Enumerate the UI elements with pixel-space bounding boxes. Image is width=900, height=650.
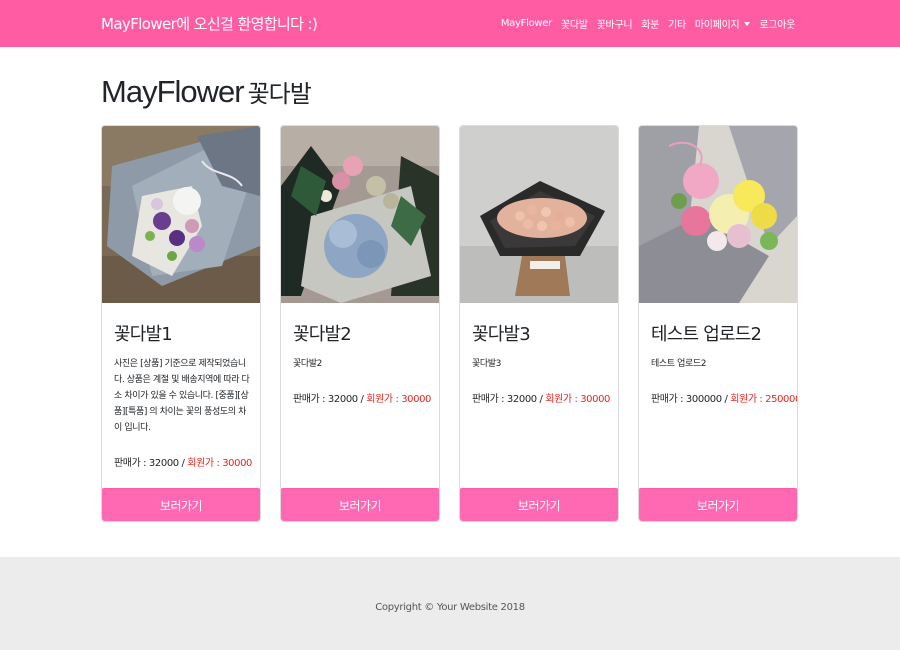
product-price: 판매가 : 32000 / 회원가 : 30000: [114, 454, 252, 469]
footer: Copyright © Your Website 2018: [0, 557, 900, 650]
product-card: 꽃다발3 꽃다발3 판매가 : 32000 / 회원가 : 30000 보러가기: [459, 125, 619, 522]
product-price: 판매가 : 300000 / 회원가 : 250000: [651, 390, 798, 405]
nav-item-bouquet[interactable]: 꽃다발: [561, 16, 588, 31]
price-separator: /: [536, 394, 546, 405]
page-title-sub: 꽃다발: [247, 80, 312, 108]
top-navbar: MayFlower에 오신걸 환영합니다 :) MayFlower 꽃다발 꽃바…: [0, 0, 900, 47]
nav-item-logout[interactable]: 로그아웃: [759, 16, 795, 31]
product-name: 꽃다발2: [293, 324, 352, 345]
product-card: 꽃다발2 꽃다발2 판매가 : 32000 / 회원가 : 30000 보러가기: [280, 125, 440, 522]
view-button[interactable]: 보러가기: [281, 488, 439, 521]
product-description: 사진은 [상품] 기준으로 제작되었습니다. 상품은 계절 및 배송지역에 따라…: [114, 359, 250, 433]
sale-price: 판매가 : 32000: [293, 394, 358, 405]
sale-price: 판매가 : 32000: [114, 458, 179, 469]
nav-item-mayflower[interactable]: MayFlower: [501, 18, 552, 29]
product-image-bouquet-1[interactable]: [102, 126, 260, 303]
product-card: 꽃다발1 사진은 [상품] 기준으로 제작되었습니다. 상품은 계절 및 배송지…: [101, 125, 261, 522]
price-separator: /: [721, 394, 731, 405]
nav-item-mypage[interactable]: 마이페이지: [695, 16, 751, 31]
sale-price: 판매가 : 32000: [472, 394, 537, 405]
product-name: 꽃다발1: [114, 324, 173, 345]
copyright-text: Copyright © Your Website 2018: [375, 602, 525, 613]
nav-item-basket[interactable]: 꽃바구니: [597, 16, 633, 31]
product-image-test-upload[interactable]: [639, 126, 797, 303]
product-name: 테스트 업로드2: [651, 324, 762, 345]
member-price: 회원가 : 250000: [730, 394, 798, 405]
price-separator: /: [357, 394, 367, 405]
member-price: 회원가 : 30000: [545, 394, 611, 405]
product-price: 판매가 : 32000 / 회원가 : 30000: [472, 390, 610, 405]
product-card: 테스트 업로드2 테스트 업로드2 판매가 : 300000 / 회원가 : 2…: [638, 125, 798, 522]
product-name: 꽃다발3: [472, 324, 531, 345]
product-description: 꽃다발2: [293, 359, 322, 369]
product-image-bouquet-2[interactable]: [281, 126, 439, 303]
member-price: 회원가 : 30000: [366, 394, 432, 405]
product-description: 꽃다발3: [472, 359, 501, 369]
view-button[interactable]: 보러가기: [460, 488, 618, 521]
product-description: 테스트 업로드2: [651, 359, 707, 369]
caret-down-icon: [744, 21, 751, 26]
page-title: MayFlower 꽃다발: [101, 74, 312, 110]
product-price: 판매가 : 32000 / 회원가 : 30000: [293, 390, 431, 405]
member-price: 회원가 : 30000: [187, 458, 253, 469]
product-image-bouquet-3[interactable]: [460, 126, 618, 303]
nav-menu: MayFlower 꽃다발 꽃바구니 화분 기타 마이페이지 로그아웃: [501, 16, 795, 31]
view-button[interactable]: 보러가기: [102, 488, 260, 521]
price-separator: /: [178, 458, 188, 469]
sale-price: 판매가 : 300000: [651, 394, 722, 405]
view-button[interactable]: 보러가기: [639, 488, 797, 521]
nav-item-etc[interactable]: 기타: [668, 16, 686, 31]
nav-item-mypage-label: 마이페이지: [694, 20, 740, 31]
nav-item-pot[interactable]: 화분: [641, 16, 659, 31]
page-title-main: MayFlower: [101, 74, 245, 109]
brand-title[interactable]: MayFlower에 오신걸 환영합니다 :): [101, 13, 318, 34]
